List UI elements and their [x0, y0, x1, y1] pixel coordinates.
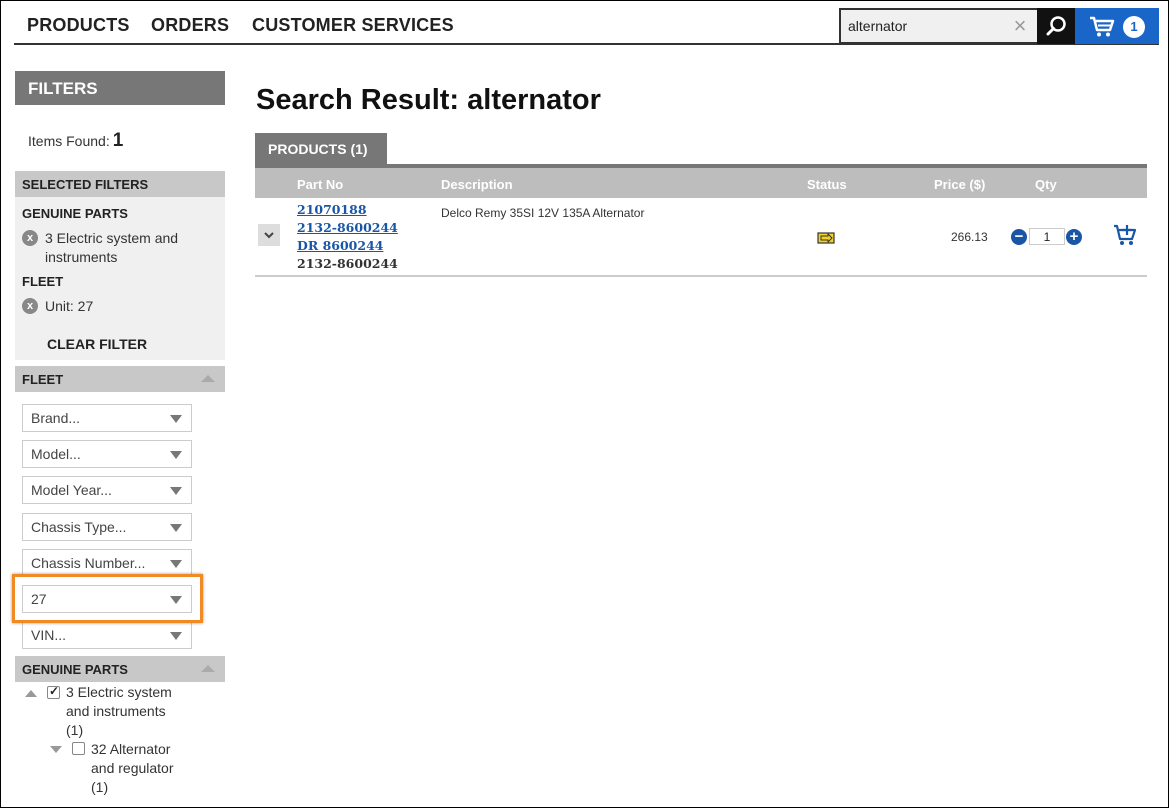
- select-value: Model...: [31, 446, 81, 462]
- chassis-type-select[interactable]: Chassis Type...: [22, 513, 192, 541]
- selected-filters-header: SELECTED FILTERS: [15, 171, 225, 197]
- tree-checkbox-electric[interactable]: [47, 684, 60, 699]
- collapse-arrow-icon: [201, 665, 215, 672]
- selected-group-fleet: FLEET: [22, 274, 64, 289]
- select-value: Chassis Type...: [31, 519, 127, 535]
- part-number-link[interactable]: DR 8600244: [297, 238, 383, 253]
- selected-group-genuine-parts: GENUINE PARTS: [22, 206, 128, 221]
- stock-status-icon: [817, 230, 837, 251]
- genuine-parts-section-title: GENUINE PARTS: [22, 662, 128, 677]
- nav-products[interactable]: PRODUCTS: [27, 15, 130, 36]
- genuine-parts-section-header[interactable]: GENUINE PARTS: [15, 656, 225, 682]
- col-part-no: Part No: [297, 177, 344, 192]
- table-header: Part No Description Status Price ($) Qty: [255, 168, 1147, 198]
- top-navigation: PRODUCTS ORDERS CUSTOMER SERVICES × 1: [14, 0, 1159, 45]
- search-button[interactable]: [1037, 8, 1075, 44]
- expand-row-button[interactable]: [258, 224, 280, 246]
- qty-increase-button[interactable]: +: [1066, 229, 1082, 245]
- fleet-section-header[interactable]: FLEET: [15, 366, 225, 392]
- items-found: Items Found: 1: [28, 130, 123, 152]
- tree-collapse-icon[interactable]: [25, 690, 37, 697]
- table-row: 21070188 2132-8600244 DR 8600244 2132-86…: [255, 198, 1147, 277]
- search-input[interactable]: [841, 10, 1037, 42]
- nav-orders[interactable]: ORDERS: [151, 15, 229, 36]
- col-price: Price ($): [934, 177, 986, 192]
- select-value: Brand...: [31, 410, 81, 426]
- dropdown-arrow-icon: [170, 451, 182, 459]
- dropdown-arrow-icon: [170, 632, 182, 640]
- remove-filter-icon[interactable]: x: [22, 298, 38, 314]
- tab-products[interactable]: PRODUCTS (1): [255, 133, 387, 165]
- qty-input[interactable]: [1029, 228, 1065, 245]
- select-value: Chassis Number...: [31, 555, 146, 571]
- dropdown-arrow-icon: [170, 415, 182, 423]
- part-number-text: 2132-8600244: [297, 256, 398, 271]
- dropdown-arrow-icon: [170, 487, 182, 495]
- col-description: Description: [441, 177, 513, 192]
- model-year-select[interactable]: Model Year...: [22, 476, 192, 504]
- filters-header: FILTERS: [15, 71, 225, 105]
- nav-customer-services[interactable]: CUSTOMER SERVICES: [252, 15, 454, 36]
- col-qty: Qty: [1035, 177, 1057, 192]
- select-value: Model Year...: [31, 482, 112, 498]
- fleet-section-title: FLEET: [22, 372, 64, 387]
- cart-icon: [1090, 16, 1115, 37]
- part-description: Delco Remy 35SI 12V 135A Alternator: [441, 206, 645, 220]
- part-number-link[interactable]: 2132-8600244: [297, 220, 398, 235]
- collapse-arrow-icon: [201, 375, 215, 382]
- tree-expand-icon[interactable]: [50, 746, 62, 753]
- chassis-number-select[interactable]: Chassis Number...: [22, 549, 192, 577]
- close-icon[interactable]: ×: [1009, 15, 1031, 37]
- chevron-down-icon: [264, 232, 274, 239]
- tree-item-electric: 3 Electric system and instruments (1): [66, 684, 172, 738]
- dropdown-arrow-icon: [170, 560, 182, 568]
- remove-filter-icon[interactable]: x: [22, 230, 38, 246]
- part-number-link[interactable]: 21070188: [297, 202, 367, 217]
- items-found-label: Items Found:: [28, 133, 110, 149]
- price-value: 266.13: [951, 230, 988, 244]
- cart-button[interactable]: 1: [1075, 8, 1159, 44]
- brand-select[interactable]: Brand...: [22, 404, 192, 432]
- selected-filter-value: 3 Electric system and instruments: [45, 230, 179, 265]
- dropdown-arrow-icon: [170, 524, 182, 532]
- search-box: ×: [839, 8, 1075, 44]
- clear-filter-button[interactable]: CLEAR FILTER: [47, 336, 147, 352]
- items-found-count: 1: [112, 130, 124, 151]
- tree-checkbox-alternator[interactable]: [72, 742, 85, 755]
- model-select[interactable]: Model...: [22, 440, 192, 468]
- selected-filter-value: Unit: 27: [45, 298, 94, 314]
- cart-count-badge: 1: [1123, 16, 1145, 38]
- highlight-callout: [12, 574, 203, 623]
- tree-item-alternator: 32 Alternator and regulator (1): [91, 741, 174, 795]
- vin-select[interactable]: VIN...: [22, 621, 192, 649]
- add-to-cart-icon[interactable]: [1113, 224, 1137, 251]
- qty-decrease-button[interactable]: −: [1011, 229, 1027, 245]
- magnifier-icon: [1046, 16, 1066, 36]
- page-title: Search Result: alternator: [256, 84, 601, 116]
- select-value: VIN...: [31, 627, 67, 643]
- col-status: Status: [807, 177, 847, 192]
